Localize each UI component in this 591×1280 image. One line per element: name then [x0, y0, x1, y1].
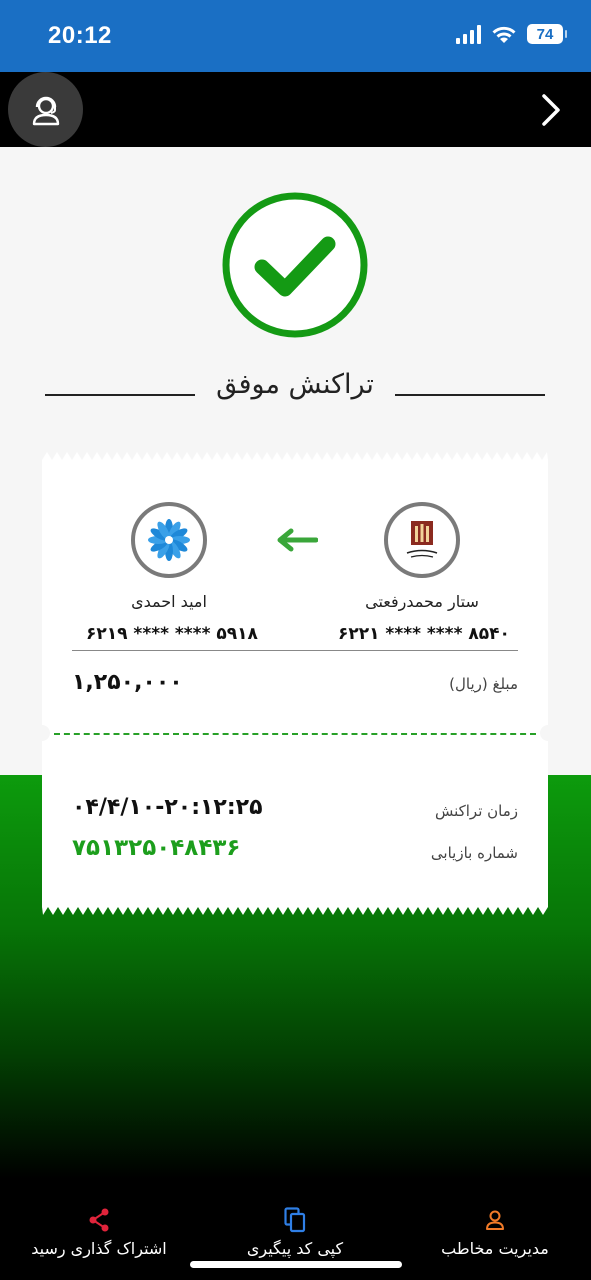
copy-tracking-code-label: کپی کد پیگیری — [246, 1239, 344, 1258]
copy-tracking-code-button[interactable]: کپی کد پیگیری — [228, 1207, 362, 1258]
share-icon — [89, 1208, 109, 1232]
headset-support-icon — [32, 96, 59, 125]
chevron-right-icon — [542, 94, 560, 126]
status-time: 20:12 — [48, 22, 112, 49]
support-button[interactable] — [8, 72, 83, 147]
transaction-time-value: ۰۴/۴/۱۰-۲۰:۱۲:۲۵ — [72, 795, 263, 820]
perforation-line — [54, 733, 536, 735]
sender-name: ستار محمدرفعتی — [365, 592, 479, 611]
result-title-row: تراکنش موفق — [45, 365, 545, 409]
status-bar: 20:12 74 — [0, 0, 591, 72]
amount-label: مبلغ (ریال) — [449, 675, 518, 693]
wifi-icon — [491, 24, 517, 44]
bank-saman-logo — [131, 502, 207, 578]
tracking-number-label: شماره بازیابی — [430, 844, 518, 862]
manage-contact-button[interactable]: مدیریت مخاطب — [420, 1207, 570, 1258]
status-icons: 74 — [456, 24, 567, 44]
tracking-number-value[interactable]: ۷۵۱۳۲۵۰۴۸۴۳۶ — [72, 835, 240, 861]
app-header — [0, 72, 591, 147]
title-divider-right — [395, 394, 545, 396]
cellular-signal-icon — [456, 24, 481, 44]
receiver-card-number: ۶۲۱۹ **** **** ۵۹۱۸ — [86, 624, 258, 644]
person-icon — [486, 1210, 504, 1230]
back-button[interactable] — [531, 90, 571, 130]
amount-divider — [72, 650, 518, 651]
amount-value: ۱,۲۵۰,۰۰۰ — [72, 670, 183, 695]
result-title: تراکنش موفق — [216, 369, 374, 400]
share-receipt-label: اشتراک گذاری رسید — [31, 1239, 167, 1258]
share-receipt-button[interactable]: اشتراک گذاری رسید — [20, 1207, 178, 1258]
sender-card-number: ۶۲۲۱ **** **** ۸۵۴۰ — [338, 624, 510, 644]
receipt-card: امید احمدی ستار محمدرفعتی ۶۲۱۹ **** ****… — [42, 452, 548, 915]
transaction-time-label: زمان تراکنش — [434, 802, 518, 820]
arrow-left-icon — [276, 528, 319, 556]
home-indicator[interactable] — [190, 1261, 402, 1268]
check-circle-icon — [222, 192, 368, 338]
receiver-name: امید احمدی — [131, 592, 207, 611]
copy-icon — [284, 1207, 306, 1233]
manage-contact-label: مدیریت مخاطب — [441, 1239, 549, 1258]
bank-parsian-logo — [384, 502, 460, 578]
title-divider-left — [45, 394, 195, 396]
battery-icon: 74 — [527, 24, 567, 44]
